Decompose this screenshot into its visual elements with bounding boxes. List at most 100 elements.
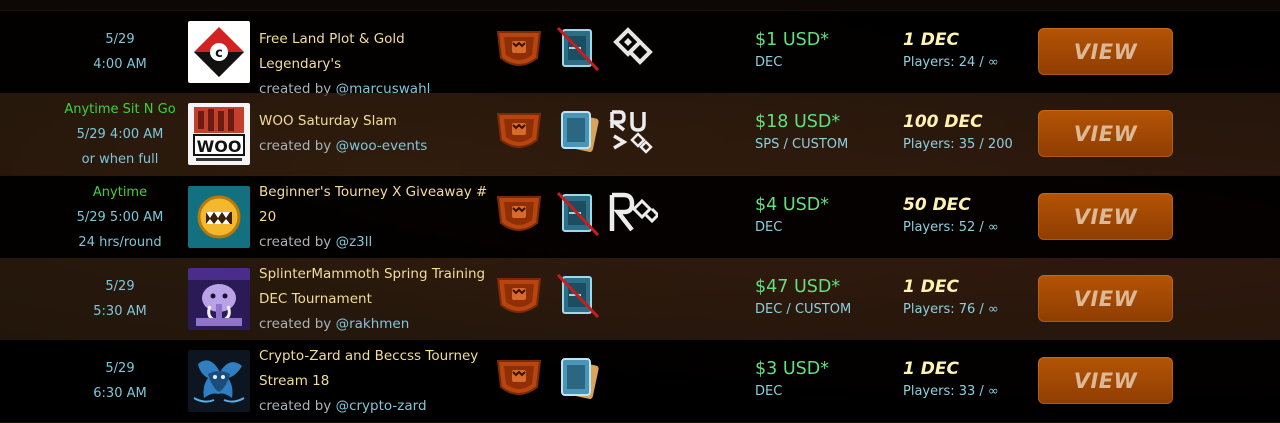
prize-pool: $18 USD* SPS / CUSTOM [755, 109, 885, 155]
view-button-label: VIEW [1073, 204, 1138, 229]
tournament-title[interactable]: Crypto-Zard and Beccss Tourney [259, 344, 489, 369]
start-time-line: 5/29 5:00 AM [76, 209, 164, 225]
creator-line: created by @crypto-zard [259, 394, 489, 419]
tournament-title[interactable]: WOO Saturday Slam [259, 109, 489, 134]
start-time: 5/29 4:00 AM [60, 27, 180, 77]
mammoth-logo [188, 268, 250, 330]
r-diamond-icon [608, 189, 661, 239]
tournament-row: Anytime Sit N Go 5/29 4:00 AM or when full… [0, 93, 1280, 175]
prize-amount: $18 USD* [755, 112, 841, 132]
start-time-line: 6:30 AM [93, 386, 147, 401]
start-type-label: Anytime [92, 184, 148, 200]
tournament-row: Anytime 5/29 5:00 AM 24 hrs/round Beginner… [0, 176, 1280, 258]
view-button[interactable]: VIEW [1038, 193, 1173, 240]
creator-link[interactable]: @woo-events [336, 138, 428, 154]
creator-link[interactable]: @rakhmen [336, 316, 410, 332]
entry-fee-amount: 50 DEC [903, 195, 971, 215]
entry-fee: 100 DEC Players: 35 / 200 [903, 109, 1033, 155]
tournament-row: 5/29 5:30 AM SplinterMammoth Spring Train… [0, 258, 1280, 340]
prize-amount: $3 USD* [755, 359, 829, 379]
tournament-info: Crypto-Zard and Beccss Tourney Stream 18 c… [259, 344, 489, 419]
start-time-line: 5:30 AM [93, 304, 147, 319]
view-button-label: VIEW [1073, 121, 1138, 146]
start-time: Anytime Sit N Go 5/29 4:00 AM or when full [60, 97, 180, 172]
start-time-line: or when full [81, 151, 159, 167]
prize-amount: $47 USD* [755, 277, 841, 297]
player-count: Players: 52 / ∞ [903, 220, 999, 235]
cards-stack-icon [554, 106, 604, 156]
player-count: Players: 76 / ∞ [903, 302, 999, 317]
creator-prefix: created by [259, 315, 336, 332]
logo-text: WOO [197, 137, 242, 156]
tournament-title[interactable]: Free Land Plot & Gold Legendary's [259, 27, 489, 77]
prize-amount: $4 USD* [755, 195, 829, 215]
view-button-label: VIEW [1073, 368, 1138, 393]
card-crossed-icon [554, 271, 604, 321]
prize-currency: DEC [755, 220, 783, 235]
prize-pool: $4 USD* DEC [755, 192, 885, 238]
tournament-title[interactable]: Stream 18 [259, 369, 489, 394]
tournament-info: Beginner's Tourney X Giveaway #20 created… [259, 180, 489, 255]
prize-amount: $1 USD* [755, 30, 829, 50]
prize-pool: $1 USD* DEC [755, 27, 885, 73]
view-button[interactable]: VIEW [1038, 357, 1173, 404]
creator-line: created by @rakhmen [259, 312, 489, 337]
format-icons [494, 271, 674, 327]
tournament-row: 5/29 4:00 AM c Free Land Plot & Gold Lege… [0, 11, 1280, 97]
player-count: Players: 24 / ∞ [903, 55, 999, 70]
tournament-title[interactable]: 20 [259, 205, 489, 230]
tournament-title[interactable]: Beginner's Tourney X Giveaway # [259, 180, 489, 205]
tournament-info: WOO Saturday Slam created by @woo-events [259, 109, 489, 159]
view-button[interactable]: VIEW [1038, 28, 1173, 75]
tournament-title[interactable]: DEC Tournament [259, 287, 489, 312]
prize-currency: SPS / CUSTOM [755, 137, 849, 152]
card-crossed-icon [554, 189, 604, 239]
creator-line: created by @woo-events [259, 134, 489, 159]
entry-fee: 50 DEC Players: 52 / ∞ [903, 192, 1033, 238]
creator-prefix: created by [259, 138, 336, 154]
start-time-line: 4:00 AM [93, 57, 147, 72]
view-button[interactable]: VIEW [1038, 110, 1173, 157]
tournament-info: SplinterMammoth Spring Training DEC Tourn… [259, 262, 489, 337]
tournament-title[interactable]: SplinterMammoth Spring Training [259, 262, 489, 287]
ru-rules-icon [608, 106, 658, 156]
prize-pool: $47 USD* DEC / CUSTOM [755, 274, 885, 320]
start-time: 5/29 6:30 AM [60, 356, 180, 406]
cards-stack-icon [554, 353, 604, 403]
start-type-label: Anytime Sit N Go [64, 101, 176, 117]
tournament-row: 5/29 6:30 AM Crypto-Zard and Beccss Tourn… [0, 340, 1280, 422]
creator-prefix: created by [259, 397, 336, 414]
creator-link[interactable]: @crypto-zard [336, 398, 427, 414]
shield-icon [494, 106, 544, 156]
entry-fee: 1 DEC Players: 24 / ∞ [903, 27, 1033, 73]
entry-fee-amount: 100 DEC [903, 112, 983, 132]
shield-icon [494, 353, 544, 403]
tournament-info: Free Land Plot & Gold Legendary's created… [259, 27, 489, 102]
start-time: 5/29 5:30 AM [60, 274, 180, 324]
entry-fee-amount: 1 DEC [903, 277, 959, 297]
player-count: Players: 33 / ∞ [903, 384, 999, 399]
format-icons [494, 353, 674, 409]
prize-currency: DEC / CUSTOM [755, 302, 852, 317]
entry-fee-amount: 1 DEC [903, 359, 959, 379]
format-icons [494, 189, 674, 245]
view-button[interactable]: VIEW [1038, 275, 1173, 322]
format-icons [494, 106, 674, 162]
c-letter-logo: c [188, 21, 250, 83]
card-crossed-icon [554, 24, 604, 74]
dragon-logo [188, 350, 250, 412]
top-strip [0, 0, 1280, 10]
creator-prefix: created by [259, 233, 336, 250]
entry-fee: 1 DEC Players: 33 / ∞ [903, 356, 1033, 402]
shield-icon [494, 24, 544, 74]
woo-logo: WOO [188, 103, 250, 165]
entry-fee: 1 DEC Players: 76 / ∞ [903, 274, 1033, 320]
creator-link[interactable]: @z3ll [336, 234, 373, 250]
creator-line: created by @z3ll [259, 230, 489, 255]
svg-text:c: c [215, 46, 223, 61]
start-time: Anytime 5/29 5:00 AM 24 hrs/round [60, 180, 180, 255]
diamond-rule-icon [608, 24, 658, 74]
format-icons [494, 24, 674, 80]
view-button-label: VIEW [1073, 286, 1138, 311]
start-time-line: 5/29 [105, 279, 135, 294]
